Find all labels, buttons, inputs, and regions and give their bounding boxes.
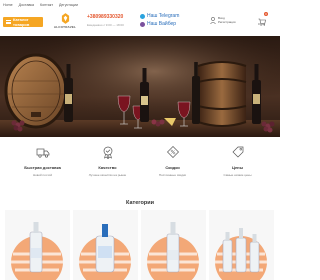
category-image <box>215 228 267 280</box>
catalog-label: Каталог товаров <box>13 17 30 27</box>
logo[interactable]: ALCOTRAVEL <box>50 13 80 29</box>
feature-title: Качество <box>98 165 117 170</box>
telegram-link[interactable]: Наш Telegram <box>140 13 179 19</box>
top-nav: Home Доставка Контакт Дегустации <box>0 0 280 10</box>
cart-icon <box>258 18 266 26</box>
feature-subtitle: Постоянные скидки <box>158 173 187 177</box>
menu-icon <box>6 19 11 25</box>
telegram-label: Наш Telegram <box>147 13 180 19</box>
hero-banner[interactable] <box>0 36 280 137</box>
feature-title: Цены <box>231 165 244 170</box>
telegram-icon <box>140 13 145 19</box>
messenger-links: Наш Telegram Наш Вайбер <box>140 13 179 27</box>
feature-subtitle: Самые низкие цены <box>223 173 252 177</box>
user-icon <box>210 16 216 24</box>
feature-quality: Качество Лучшее качество на рынке <box>78 145 138 190</box>
feature-subtitle: Новой почтой <box>32 173 53 177</box>
logo-icon <box>61 13 69 24</box>
feature-delivery: Быстрая доставка Новой почтой <box>13 145 73 190</box>
quality-badge-icon <box>103 146 112 159</box>
feature-subtitle: Лучшее качество на рынке <box>88 173 127 177</box>
cart-button[interactable]: 0 0 грн <box>258 12 276 26</box>
nav-link-tasting[interactable]: Дегустации <box>59 3 78 7</box>
category-card[interactable] <box>5 210 70 280</box>
truck-icon <box>36 148 49 158</box>
feature-title: Быстрая доставка <box>24 165 61 170</box>
cart-count-badge: 0 <box>264 12 268 16</box>
catalog-button[interactable]: Каталог товаров <box>3 17 43 27</box>
categories-row <box>5 210 277 280</box>
category-card[interactable] <box>141 210 206 280</box>
nav-link-delivery[interactable]: Доставка <box>19 3 34 7</box>
feature-title: Скидки <box>165 165 180 170</box>
nav-link-contact[interactable]: Контакт <box>40 3 53 7</box>
phone-block: +380989330320 Ежедневно с 9:00 — 18:00 <box>87 14 124 27</box>
viber-icon <box>140 21 145 27</box>
categories-heading: Категории <box>126 200 154 206</box>
feature-prices: Цены Самые низкие цены <box>208 145 268 190</box>
account-link[interactable]: Вход Регистрация <box>210 16 236 24</box>
register-label: Регистрация <box>218 20 236 24</box>
category-image <box>147 222 199 280</box>
viber-link[interactable]: Наш Вайбер <box>140 21 179 27</box>
nav-link-home[interactable]: Home <box>3 3 13 7</box>
viber-label: Наш Вайбер <box>147 21 177 27</box>
logo-text: ALCOTRAVEL <box>53 25 77 29</box>
price-tag-icon <box>232 146 243 158</box>
discount-tag-icon <box>166 146 179 158</box>
category-card[interactable] <box>209 210 274 280</box>
header: Каталог товаров ALCOTRAVEL +380989330320… <box>0 10 280 34</box>
hero-image <box>0 36 280 137</box>
category-image <box>11 222 63 280</box>
feature-discounts: Скидки Постоянные скидки <box>143 145 203 190</box>
phone-hours: Ежедневно с 9:00 — 18:00 <box>87 23 124 27</box>
category-card[interactable] <box>73 210 138 280</box>
phone-link[interactable]: +380989330320 <box>87 14 124 20</box>
features-row: Быстрая доставка Новой почтой Качество Л… <box>0 145 280 190</box>
category-image <box>79 224 131 280</box>
